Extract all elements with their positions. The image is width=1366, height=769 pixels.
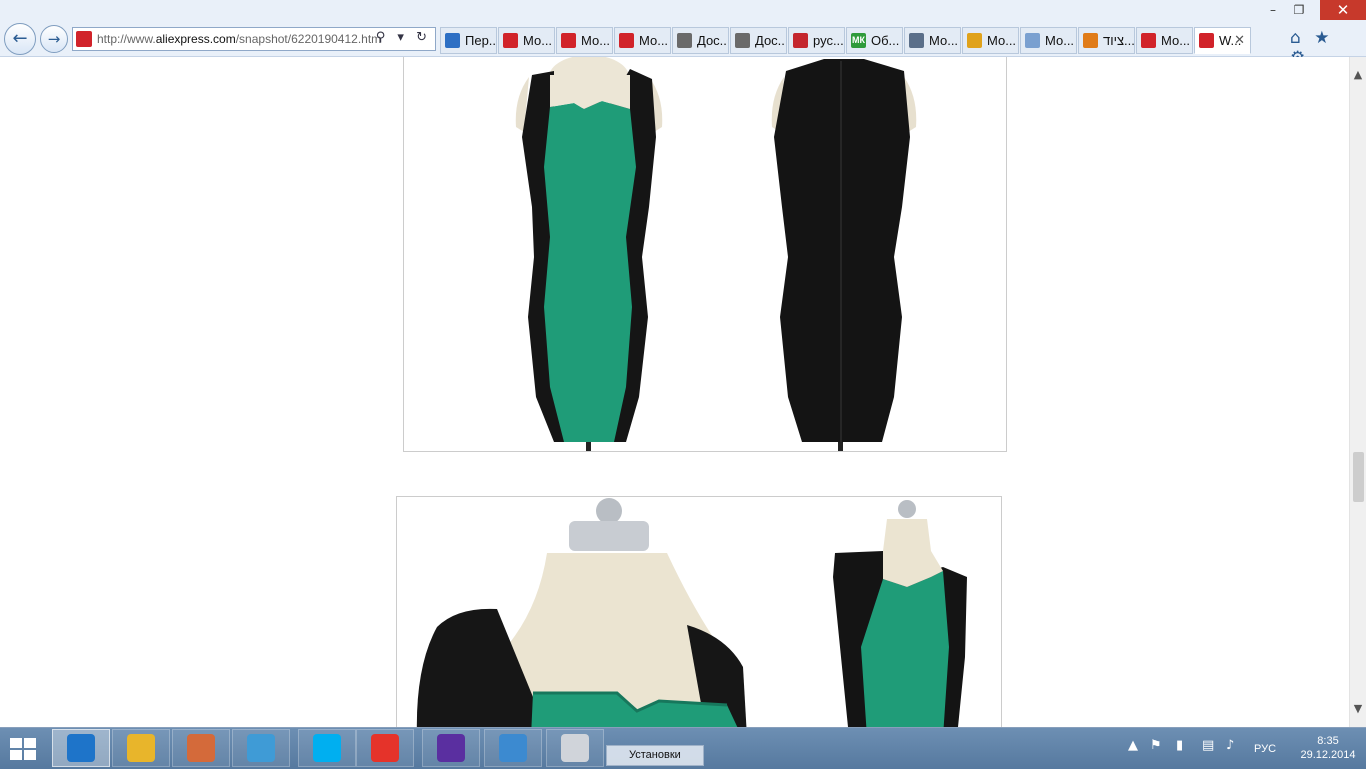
tab-label: Мо... [581,33,611,48]
taskbar: Установки ▲ ⚑ ▮ ▤ ♪ РУС 8:35 29.12.2014 [0,727,1366,769]
battery-icon[interactable]: ▮ [1176,738,1183,753]
forward-button[interactable]: → [40,25,68,53]
scroll-up-arrow-icon[interactable]: ▲ [1350,65,1366,85]
paint-icon [187,733,215,762]
clock-time: 8:35 [1317,735,1339,747]
taskbar-item-paint[interactable] [172,729,230,767]
list-icon [735,33,750,48]
tab-close-icon[interactable]: ✕ [1234,32,1245,48]
mannequin-small [833,500,967,727]
browser-tab[interactable]: МК Об... [846,27,903,54]
browser-tab[interactable]: ציוד... [1078,27,1135,54]
windows-start-icon[interactable] [10,738,38,762]
cart-icon [619,33,634,48]
favorites-icon[interactable]: ★ [1314,28,1329,48]
browser-toolbar: ← → http://www.aliexpress.com/snapshot/6… [0,0,1366,68]
browser-tab[interactable]: Мо... [1020,27,1077,54]
product-image-front-back [403,57,1007,452]
address-url[interactable]: http://www.aliexpress.com/snapshot/62201… [97,32,381,46]
person-icon [1025,33,1040,48]
clock[interactable]: 8:35 29.12.2014 [1298,734,1358,762]
taskbar-item-skype[interactable] [298,729,356,767]
tab-label: ציוד... [1103,33,1135,48]
ie-icon [67,733,95,762]
volume-icon[interactable]: ♪ [1226,738,1234,753]
cart-icon [1141,33,1156,48]
clock-date: 29.12.2014 [1300,749,1356,761]
address-tools[interactable]: ⚲ ▾ ↻ [376,30,431,45]
cup-icon [967,33,982,48]
tab-label: Мо... [523,33,553,48]
record-icon [793,33,808,48]
taskbar-item-network[interactable] [484,729,542,767]
globe-icon [909,33,924,48]
back-button[interactable]: ← [4,23,36,55]
tab-label: Мо... [929,33,959,48]
arrow-right-icon: → [47,30,61,48]
dress-closeup-illustration [416,498,967,727]
dress-front [515,57,663,451]
cart-icon [1199,33,1214,48]
tab-label: Об... [871,33,900,48]
taskbar-item-yandex[interactable] [356,729,414,767]
restore-button[interactable]: ❐ [1286,0,1312,20]
notepad-icon [247,733,275,762]
page-content [0,57,1349,727]
input-language[interactable]: РУС [1254,743,1276,755]
tab-label: Дос... [697,33,729,48]
translate-icon [445,33,460,48]
taskbar-item-notepad[interactable] [232,729,290,767]
list-icon [677,33,692,48]
vertical-scrollbar[interactable]: ▲ ▼ [1349,57,1366,727]
network-icon[interactable]: ▤ [1202,738,1214,753]
address-bar[interactable]: http://www.aliexpress.com/snapshot/62201… [72,27,436,51]
tab-label: Мо... [639,33,669,48]
browser-tab[interactable]: Мо... [614,27,671,54]
taskbar-installs-window[interactable]: Установки [606,745,704,766]
browser-tab[interactable]: W... ✕ [1194,27,1251,54]
taskbar-item-ie[interactable] [52,729,110,767]
tab-label: Пер... [465,33,497,48]
arrow-left-icon: ← [12,28,28,49]
cart-icon [76,31,92,47]
tab-label: Мо... [1045,33,1075,48]
browser-tab[interactable]: Мо... [962,27,1019,54]
minimize-button[interactable]: – [1260,0,1286,20]
dress-front-back-illustration [515,57,917,451]
scroll-down-arrow-icon[interactable]: ▼ [1350,699,1366,719]
product-image-closeup [396,496,1002,727]
browser-tab[interactable]: Мо... [498,27,555,54]
skype-icon [313,733,341,762]
mk-icon: МК [851,33,866,48]
tab-label: Мо... [1161,33,1191,48]
browser-tab[interactable]: Мо... [904,27,961,54]
tab-label: Мо... [987,33,1017,48]
mannequin-closeup [416,498,747,727]
network-icon [499,733,527,762]
settings-icon [437,733,465,762]
browser-tab[interactable]: Мо... [556,27,613,54]
browser-tab[interactable]: рус... [788,27,845,54]
taskbar-item-headset[interactable] [546,729,604,767]
browser-tab[interactable]: Пер... [440,27,497,54]
scroll-thumb[interactable] [1353,452,1364,502]
taskbar-item-explorer[interactable] [112,729,170,767]
cart-icon [503,33,518,48]
home-icon[interactable]: ⌂ [1290,28,1301,48]
close-button[interactable]: ✕ [1320,0,1366,20]
yandex-icon [371,733,399,762]
taskbar-item-settings[interactable] [422,729,480,767]
explorer-icon [127,733,155,762]
headset-icon [561,733,589,762]
cart-icon [561,33,576,48]
tab-label: рус... [813,33,844,48]
dress-back [771,59,917,451]
tab-label: Дос... [755,33,787,48]
browser-tab[interactable]: Дос... [730,27,787,54]
flag-icon [1083,33,1098,48]
show-hidden-icons-icon[interactable]: ▲ [1128,738,1138,753]
action-center-flag-icon[interactable]: ⚑ [1150,738,1162,753]
browser-tab[interactable]: Дос... [672,27,729,54]
browser-tab[interactable]: Мо... [1136,27,1193,54]
